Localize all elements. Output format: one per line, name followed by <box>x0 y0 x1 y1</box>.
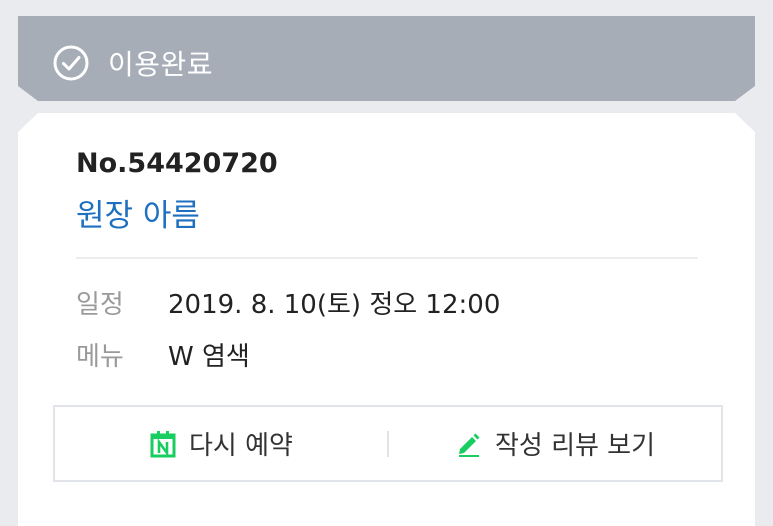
naver-calendar-icon <box>150 430 176 457</box>
view-review-button[interactable]: 작성 리뷰 보기 <box>389 407 721 480</box>
menu-row: 메뉴 W 염색 <box>76 334 250 374</box>
menu-label: 메뉴 <box>76 341 124 372</box>
divider <box>76 257 698 259</box>
schedule-value: 2019. 8. 10(토) 정오 12:00 <box>168 289 501 320</box>
status-label: 이용완료 <box>108 48 214 81</box>
rebook-button[interactable]: 다시 예약 <box>55 407 387 480</box>
status-header: 이용완료 <box>52 40 213 86</box>
rebook-label: 다시 예약 <box>189 431 293 461</box>
menu-value: W 염색 <box>168 341 250 372</box>
pencil-icon <box>458 433 480 457</box>
booking-number: No.54420720 <box>76 148 278 179</box>
schedule-label: 일정 <box>76 289 124 320</box>
schedule-row: 일정 2019. 8. 10(토) 정오 12:00 <box>76 282 500 322</box>
action-bar: 다시 예약 작성 리뷰 보기 <box>53 405 723 482</box>
shop-name[interactable]: 원장 아름 <box>76 196 200 236</box>
check-circle-icon <box>53 45 89 81</box>
view-review-label: 작성 리뷰 보기 <box>494 431 656 461</box>
